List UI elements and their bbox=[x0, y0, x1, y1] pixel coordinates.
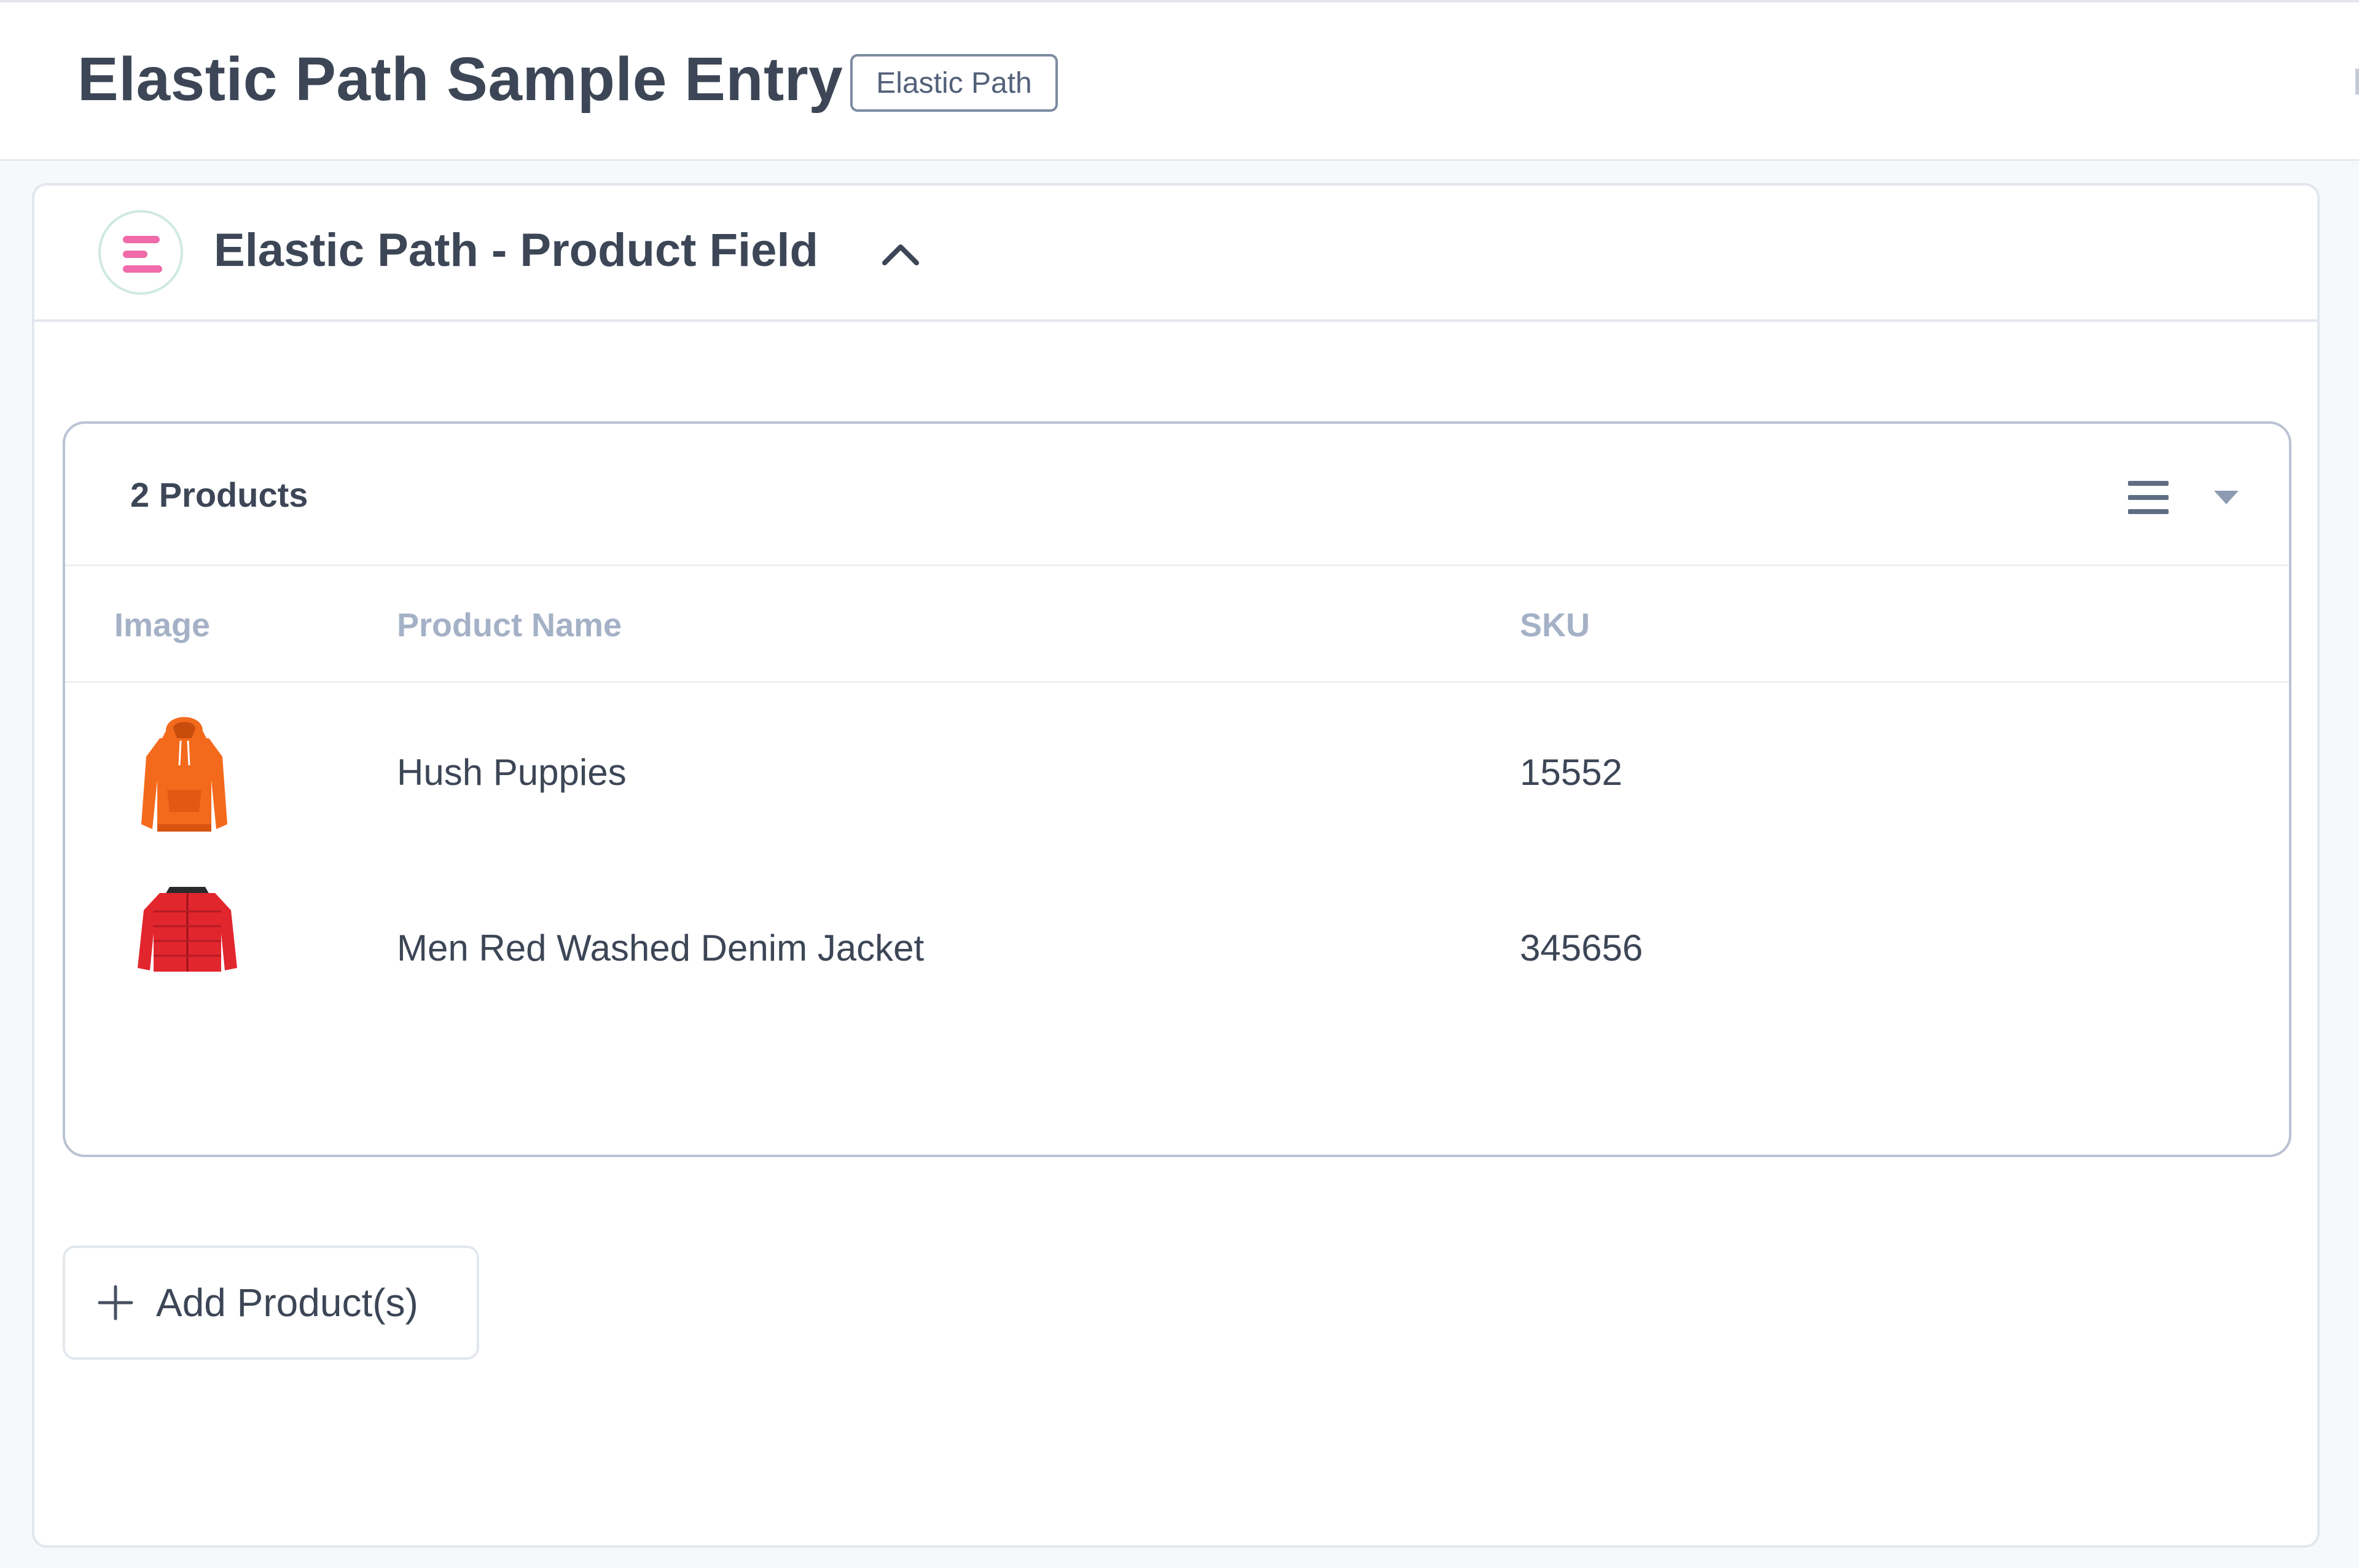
view-options-dropdown[interactable] bbox=[2128, 473, 2239, 522]
field-title: Elastic Path - Product Field bbox=[214, 224, 818, 276]
product-name: Men Red Washed Denim Jacket bbox=[397, 927, 925, 969]
product-sku: 15552 bbox=[1520, 752, 1622, 793]
product-field-card: Elastic Path - Product Field 2 Products bbox=[32, 183, 2320, 1548]
product-name: Hush Puppies bbox=[397, 752, 627, 793]
product-thumbnail bbox=[135, 704, 233, 842]
column-header-sku: SKU bbox=[1520, 607, 1590, 644]
caret-down-icon bbox=[2214, 491, 2239, 504]
products-panel: 2 Products Image Product Name SKU Hush P… bbox=[63, 421, 2291, 1157]
products-count: 2 Products bbox=[130, 475, 308, 514]
table-row[interactable]: Men Red Washed Denim Jacket 345656 bbox=[65, 861, 2289, 1037]
column-header-product-name: Product Name bbox=[397, 607, 622, 644]
red-puffer-jacket-icon bbox=[138, 887, 237, 972]
entry-header: Elastic Path Sample Entry Elastic Path bbox=[0, 0, 2359, 161]
products-table-header: Image Product Name SKU bbox=[65, 566, 2289, 683]
column-header-image: Image bbox=[114, 607, 211, 644]
content-type-badge: Elastic Path bbox=[850, 54, 1058, 112]
table-row[interactable]: Hush Puppies 15552 bbox=[65, 685, 2289, 861]
chevron-up-icon bbox=[882, 244, 919, 265]
collapse-toggle-button[interactable] bbox=[870, 224, 931, 285]
orange-hoodie-icon bbox=[141, 717, 227, 832]
product-thumbnail bbox=[135, 882, 240, 977]
products-panel-header: 2 Products bbox=[65, 424, 2289, 566]
product-sku: 345656 bbox=[1520, 927, 1643, 969]
add-products-button[interactable]: Add Product(s) bbox=[63, 1246, 479, 1360]
plus-icon bbox=[98, 1285, 133, 1320]
entry-title: Elastic Path Sample Entry bbox=[77, 45, 843, 114]
header-edge-mark bbox=[2355, 69, 2359, 95]
field-card-header: Elastic Path - Product Field bbox=[34, 185, 2317, 322]
add-products-label: Add Product(s) bbox=[156, 1281, 418, 1325]
list-icon bbox=[2128, 481, 2169, 514]
elastic-path-logo-icon bbox=[98, 210, 183, 295]
